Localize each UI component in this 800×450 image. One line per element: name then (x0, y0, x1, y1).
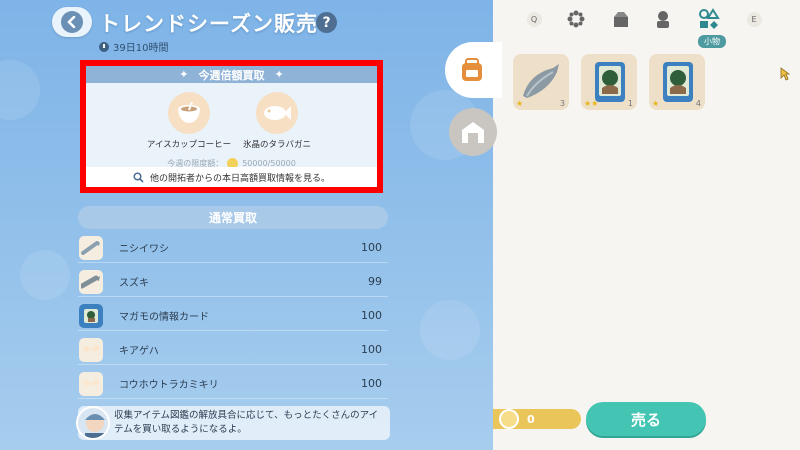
item-count: 3 (559, 99, 565, 108)
background-decoration (20, 250, 70, 300)
help-icon[interactable]: ? (316, 12, 337, 33)
sell-panel: トレンドシーズン販売 ? 39日10時間 ✦ 今週倍額買取 ✦ アイスカップコー… (0, 0, 493, 450)
sparkle-icon: ✦ (274, 68, 284, 81)
back-button[interactable] (52, 7, 92, 37)
key-hint-q: Q (523, 8, 545, 30)
collection-hint: 収集アイテム図鑑の解放具合に応じて、もっとたくさんのアイテムを買い取るようになる… (76, 406, 390, 440)
normal-buy-header: 通常買取 (78, 206, 388, 229)
item-name: スズキ (119, 278, 149, 289)
item-count: 1 (627, 99, 633, 108)
shapes-icon (699, 8, 720, 29)
weekly-double-buy-box: ✦ 今週倍額買取 ✦ アイスカップコーヒー 氷晶のタラバガニ 今週の限度額： 5… (80, 60, 383, 193)
weekly-header: ✦ 今週倍額買取 ✦ (86, 66, 377, 83)
season-timer: 39日10時間 (99, 39, 168, 54)
item-price: 99 (368, 275, 382, 288)
sea-bass-icon (523, 64, 559, 98)
sea-bass-icon (79, 269, 103, 294)
chevron-left-icon (61, 11, 83, 33)
ice-coffee-icon (168, 92, 210, 134)
category-tabs: Q E (493, 0, 800, 40)
avatar (76, 406, 110, 440)
weekly-item-label: 氷晶のタラバガニ (243, 140, 311, 150)
cursor-icon (780, 67, 790, 81)
duck-card-icon (595, 62, 625, 102)
inventory-slot[interactable]: ★ 4 (649, 54, 705, 110)
list-item[interactable]: マガモの情報カード 100 (78, 301, 388, 331)
weekly-header-label: 今週倍額買取 (198, 68, 265, 82)
list-item[interactable]: キアゲハ 100 (78, 335, 388, 365)
side-tab-storage[interactable] (449, 108, 497, 156)
inventory-slot[interactable]: ★ 3 (513, 54, 569, 110)
item-price: 100 (361, 343, 382, 356)
star-icon: ★★ (584, 99, 599, 108)
item-price: 100 (361, 309, 382, 322)
key-e-label: E (746, 11, 762, 27)
butterfly-icon (79, 337, 103, 362)
high-price-info-link[interactable]: 他の開拓者からの本日高額買取情報を見る。 (86, 167, 377, 187)
character-icon (657, 11, 669, 28)
weekly-item-crab[interactable]: 氷晶のタラバガニ (232, 92, 322, 151)
butterfly-icon (79, 371, 103, 396)
list-item[interactable]: スズキ 99 (78, 267, 388, 297)
item-price: 100 (361, 241, 382, 254)
fish-icon (256, 92, 298, 134)
weekly-item-label: アイスカップコーヒー (146, 140, 232, 150)
inventory-panel: Q E 小物 ★ 3 ★★ 1 ★ 4 0 売る (445, 0, 800, 450)
item-name: コウホウトラカミキリ (119, 380, 219, 391)
backpack-icon (462, 58, 482, 81)
weekly-item-ice-coffee[interactable]: アイスカップコーヒー (144, 92, 234, 151)
coin-icon (499, 409, 519, 429)
active-tab-label: 小物 (698, 35, 726, 48)
duck-card-icon (79, 303, 103, 328)
coin-total-value: 0 (527, 412, 535, 426)
page-title: トレンドシーズン販売 (99, 12, 318, 36)
box-icon (614, 12, 628, 27)
background-decoration (0, 60, 40, 120)
tab-materials[interactable] (610, 8, 632, 30)
background-decoration (420, 300, 480, 360)
star-icon: ★ (652, 99, 660, 108)
sardine-icon (79, 235, 103, 260)
item-name: マガモの情報カード (119, 312, 209, 323)
duck-card-icon (663, 62, 693, 102)
tab-characters[interactable] (652, 8, 674, 30)
key-hint-e: E (743, 8, 765, 30)
clock-icon (99, 41, 109, 52)
item-name: キアゲハ (119, 346, 159, 357)
side-tab-bag[interactable] (445, 42, 502, 98)
tab-small-items[interactable] (698, 8, 720, 30)
timer-text: 39日10時間 (113, 43, 169, 54)
search-icon (133, 171, 144, 183)
list-item[interactable]: ニシイワシ 100 (78, 233, 388, 263)
key-q-label: Q (526, 11, 542, 27)
tab-all[interactable] (565, 8, 587, 30)
list-item[interactable]: コウホウトラカミキリ 100 (78, 369, 388, 399)
item-price: 100 (361, 377, 382, 390)
sparkle-icon: ✦ (179, 68, 189, 81)
info-link-label: 他の開拓者からの本日高額買取情報を見る。 (149, 173, 330, 184)
item-count: 4 (695, 99, 701, 108)
house-icon (462, 122, 484, 143)
item-name: ニシイワシ (119, 244, 169, 255)
inventory-slot[interactable]: ★★ 1 (581, 54, 637, 110)
star-icon: ★ (516, 99, 524, 108)
coin-total: 0 (493, 409, 581, 429)
hint-text: 収集アイテム図鑑の解放具合に応じて、もっとたくさんのアイテムを買い取るようになる… (114, 410, 379, 435)
flower-icon (567, 10, 585, 28)
sell-button[interactable]: 売る (586, 402, 706, 436)
